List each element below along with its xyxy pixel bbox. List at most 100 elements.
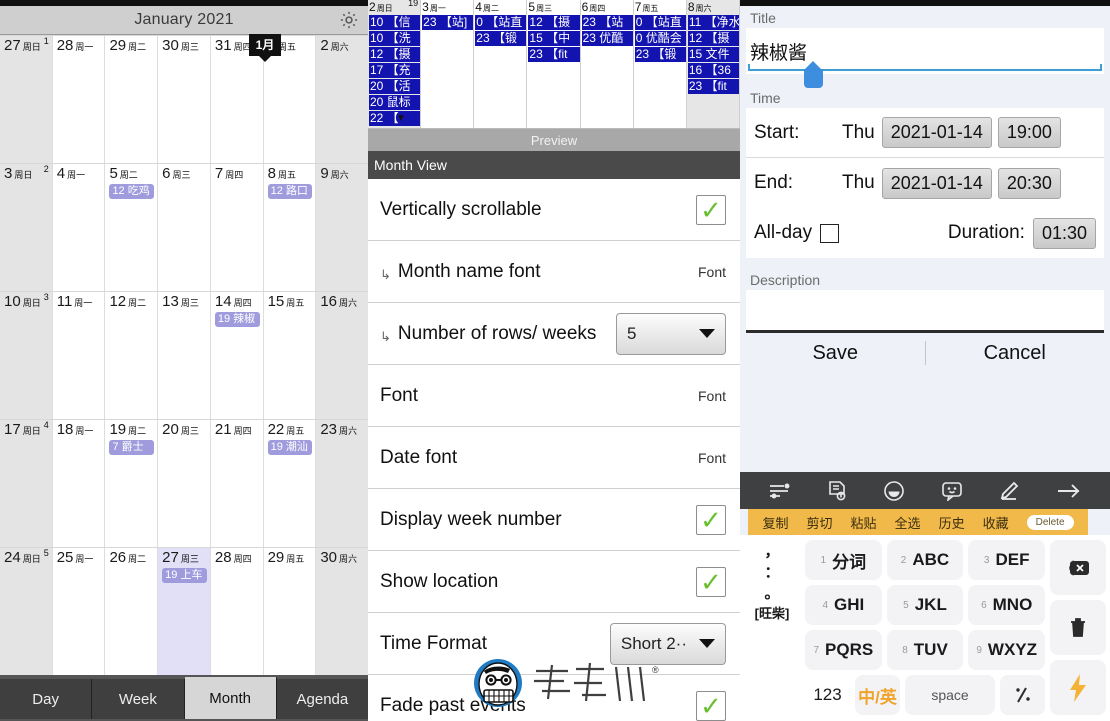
key-分词[interactable]: 1 分词 <box>805 540 882 580</box>
settings-row[interactable]: Display week number ✓ <box>368 489 740 551</box>
calendar-day-cell[interactable]: 9 周六 <box>316 164 368 291</box>
font-value[interactable]: Font <box>698 388 726 404</box>
settings-row[interactable]: Time Format Short 2·· <box>368 613 740 675</box>
calendar-day-cell[interactable]: 27 周日 1 <box>0 36 53 163</box>
punctuation-item[interactable]: ， <box>764 540 779 561</box>
settings-checkbox[interactable]: ✓ <box>696 194 726 225</box>
emoji-icon[interactable] <box>883 480 905 502</box>
calendar-day-cell[interactable]: 5 周二 12 吃鸡 <box>105 164 159 291</box>
calendar-day-cell[interactable]: 14 周四 19 辣椒 <box>210 292 264 419</box>
calendar-day-cell[interactable]: 16 周六 <box>316 292 368 419</box>
settings-sliders-icon[interactable] <box>768 482 792 500</box>
calendar-day-cell[interactable]: 24 周日 5 <box>0 548 53 675</box>
calendar-day-cell[interactable]: 26 周二 <box>105 548 159 675</box>
calendar-day-cell[interactable]: 25 周一 <box>52 548 106 675</box>
clipboard-action[interactable]: 复制 <box>763 513 789 532</box>
start-time-button[interactable]: 19:00 <box>997 117 1061 148</box>
calendar-day-cell[interactable]: 6 周三 <box>158 164 211 291</box>
calendar-day-cell[interactable]: 15 周五 <box>263 292 317 419</box>
calendar-day-cell[interactable]: 2 周六 <box>316 36 368 163</box>
calendar-day-cell[interactable]: 29 周二 <box>105 36 159 163</box>
calendar-day-cell[interactable]: 23 周六 <box>316 420 368 547</box>
clipboard-action[interactable]: 粘贴 <box>851 513 877 532</box>
arrow-right-icon[interactable] <box>1056 482 1082 500</box>
text-cursor-handle[interactable] <box>804 61 823 88</box>
clipboard-action[interactable]: 收藏 <box>983 513 1009 532</box>
more-events-indicator[interactable]: ▼ <box>396 113 406 124</box>
pencil-icon[interactable] <box>998 480 1020 502</box>
calendar-day-cell[interactable]: 28 周四 <box>210 548 264 675</box>
document-voice-icon[interactable] <box>827 480 847 502</box>
view-tab-bar[interactable]: Day Week Month Agenda <box>0 675 368 721</box>
settings-row[interactable]: Font Font <box>368 365 740 427</box>
backspace-icon[interactable] <box>1050 540 1106 595</box>
calendar-day-cell[interactable]: 11 周一 <box>52 292 106 419</box>
key-language-toggle[interactable]: 中/英 <box>855 675 900 715</box>
key-PQRS[interactable]: 7 PQRS <box>805 630 882 670</box>
calendar-day-cell[interactable]: 21 周四 <box>210 420 264 547</box>
font-value[interactable]: Font <box>698 450 726 466</box>
calendar-day-cell[interactable]: 28 周一 <box>52 36 106 163</box>
key-numeric-mode[interactable]: 123 <box>805 675 850 715</box>
save-button[interactable]: Save <box>746 342 925 365</box>
punctuation-item[interactable]: ： <box>764 561 779 582</box>
calendar-day-cell[interactable]: 1 周五 <box>263 36 317 163</box>
clipboard-action[interactable]: 全选 <box>895 513 921 532</box>
view-tab-week[interactable]: Week <box>92 679 185 719</box>
calendar-day-cell[interactable]: 17 周日 4 <box>0 420 53 547</box>
key-MNO[interactable]: 6 MNO <box>968 585 1046 625</box>
settings-row[interactable]: ↳ Number of rows/ weeks 5 <box>368 303 740 365</box>
calendar-day-cell[interactable]: 7 周四 <box>210 164 264 291</box>
font-value[interactable]: Font <box>698 264 726 280</box>
view-tab-day[interactable]: Day <box>0 679 93 719</box>
punctuation-item[interactable]: [旺柴] <box>755 603 790 622</box>
calendar-day-cell[interactable]: 12 周二 <box>105 292 159 419</box>
settings-checkbox[interactable]: ✓ <box>696 504 726 535</box>
calendar-day-cell[interactable]: 20 周三 <box>158 420 211 547</box>
bolt-icon[interactable] <box>1050 660 1106 715</box>
calendar-day-cell[interactable]: 29 周五 <box>263 548 317 675</box>
key-space[interactable]: space <box>905 675 995 715</box>
duration-button[interactable]: 01:30 <box>1032 217 1096 249</box>
calendar-day-cell[interactable]: 8 周五 12 路口 <box>263 164 317 291</box>
clipboard-action[interactable]: 历史 <box>939 513 965 532</box>
calendar-event[interactable]: 7 爵士 <box>109 440 155 455</box>
title-input[interactable]: 辣椒酱 <box>746 28 1104 88</box>
calendar-event[interactable]: 19 上车 <box>162 568 207 583</box>
calendar-day-cell[interactable]: 19 周二 7 爵士 <box>105 420 159 547</box>
key-ABC[interactable]: 2 ABC <box>886 540 964 580</box>
settings-dropdown[interactable]: 5 <box>616 312 726 355</box>
key-WXYZ[interactable]: 9 WXYZ <box>968 630 1046 670</box>
calendar-event[interactable]: 19 潮汕 <box>267 440 313 455</box>
settings-row[interactable]: Vertically scrollable ✓ <box>368 179 740 241</box>
end-date-button[interactable]: 2021-01-14 <box>881 167 992 199</box>
key-JKL[interactable]: 5 JKL <box>886 585 964 625</box>
calendar-day-cell[interactable]: 22 周五 19 潮汕 <box>263 420 317 547</box>
calendar-day-cell[interactable]: 30 周六 <box>316 548 368 675</box>
settings-row[interactable]: Date font Font <box>368 427 740 489</box>
calendar-event[interactable]: 12 吃鸡 <box>109 184 155 199</box>
settings-dropdown[interactable]: Short 2·· <box>609 622 726 665</box>
gear-icon[interactable] <box>338 9 360 31</box>
calendar-event[interactable]: 12 路口 <box>267 184 313 199</box>
calendar-day-cell[interactable]: 10 周日 3 <box>0 292 53 419</box>
calendar-day-cell[interactable]: 30 周三 <box>158 36 211 163</box>
calendar-day-cell[interactable]: 4 周一 <box>52 164 106 291</box>
settings-row[interactable]: ↳ Month name font Font <box>368 241 740 303</box>
trash-icon[interactable] <box>1050 600 1106 655</box>
calendar-day-cell[interactable]: 13 周三 <box>158 292 211 419</box>
calendar-day-cell[interactable]: 31 周四 <box>210 36 264 163</box>
start-date-button[interactable]: 2021-01-14 <box>881 117 992 148</box>
calendar-day-cell[interactable]: 3 周日 2 <box>0 164 53 291</box>
calendar-event[interactable]: 19 辣椒 <box>214 312 260 327</box>
settings-row[interactable]: Fade past events ✓ <box>368 675 740 721</box>
end-time-button[interactable]: 20:30 <box>997 167 1061 199</box>
settings-checkbox[interactable]: ✓ <box>696 690 726 721</box>
key-GHI[interactable]: 4 GHI <box>805 585 882 625</box>
view-tab-agenda[interactable]: Agenda <box>276 679 368 719</box>
allday-checkbox[interactable] <box>820 223 840 243</box>
punctuation-key[interactable]: ，：。 [旺柴] <box>744 540 800 622</box>
cancel-button[interactable]: Cancel <box>926 342 1105 365</box>
sticker-icon[interactable] <box>941 481 963 501</box>
key-TUV[interactable]: 8 TUV <box>886 630 964 670</box>
